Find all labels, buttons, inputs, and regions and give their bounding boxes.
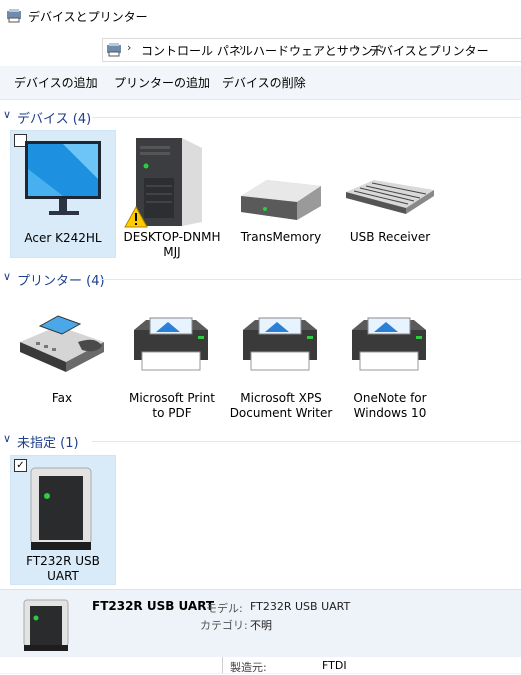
details-model-value: FT232R USB UART [250, 600, 351, 613]
details-manufacturer-value: FTDI [322, 659, 347, 672]
group-title-unspecified: 未指定 (1) [17, 436, 79, 451]
window-title: デバイスとプリンター [28, 10, 148, 24]
add-printer-button[interactable]: プリンターの追加 [114, 74, 210, 91]
device-label: FT232R USB UART [26, 554, 100, 583]
printer-tile-fax[interactable]: Fax [10, 292, 114, 418]
printer-tile-onenote[interactable]: OneNote for Windows 10 [338, 292, 442, 420]
status-bar: 製造元: FTDI [0, 657, 521, 674]
details-category-value: 不明 [250, 619, 272, 632]
keyboard-icon [346, 180, 434, 214]
printer-icon [134, 317, 208, 371]
address-input[interactable]: › コントロール パネル › ハードウェアとサウンド › デバイスとプリンター [102, 38, 521, 62]
group-divider [92, 117, 521, 118]
breadcrumb-separator-icon: › [355, 41, 360, 54]
warning-icon [124, 206, 148, 228]
printer-label: Fax [51, 391, 73, 405]
chevron-down-icon: ∨ [3, 432, 12, 445]
device-tile-usb-receiver[interactable]: USB Receiver [338, 130, 442, 256]
breadcrumb-control-panel[interactable]: コントロール パネル [141, 42, 253, 59]
usb-drive-icon [241, 180, 321, 220]
details-model-label: モデル: [206, 602, 243, 615]
add-device-button[interactable]: デバイスの追加 [14, 74, 98, 91]
printer-icon [352, 317, 426, 371]
device-label: DESKTOP-DNMH MJJ [123, 230, 221, 259]
status-divider [222, 657, 223, 673]
device-box-icon [23, 599, 69, 651]
group-divider [92, 441, 521, 442]
printer-label: OneNote for Windows 10 [353, 391, 427, 420]
monitor-icon [25, 141, 101, 215]
device-tile-acer-k242hl[interactable]: Acer K242HL [10, 130, 116, 258]
printer-icon [243, 317, 317, 371]
devices-printers-app-icon [7, 9, 21, 23]
breadcrumb-hardware-sound[interactable]: ハードウェアとサウンド [253, 42, 385, 59]
group-title-printers: プリンター (4) [17, 274, 105, 289]
device-label: Acer K242HL [24, 231, 102, 245]
details-device-name: FT232R USB UART [92, 599, 215, 613]
group-title-devices: デバイス (4) [17, 112, 92, 127]
title-bar: デバイスとプリンター [0, 0, 521, 32]
group-header-devices[interactable]: ∨ デバイス (4) [0, 107, 521, 127]
group-header-unspecified[interactable]: ∨ 未指定 (1) [0, 431, 521, 451]
device-tile-desktop[interactable]: DESKTOP-DNMH MJJ [120, 130, 224, 259]
fax-icon [20, 315, 104, 372]
breadcrumb-separator-icon: › [239, 41, 244, 54]
device-box-icon [30, 467, 92, 550]
breadcrumb-devices-printers[interactable]: デバイスとプリンター [369, 42, 489, 59]
printer-tile-microsoft-print-to-pdf[interactable]: Microsoft Print to PDF [120, 292, 224, 420]
device-tile-transmemory[interactable]: TransMemory [229, 130, 333, 256]
group-header-printers[interactable]: ∨ プリンター (4) [0, 269, 521, 289]
details-category-label: カテゴリ: [200, 619, 248, 632]
device-tile-ft232r[interactable]: ✓ FT232R USB UART [10, 455, 116, 585]
chevron-down-icon: ∨ [3, 270, 12, 283]
remove-device-button[interactable]: デバイスの削除 [222, 74, 306, 91]
selection-checkbox[interactable]: ✓ [14, 459, 27, 472]
printer-tile-microsoft-xps[interactable]: Microsoft XPS Document Writer [229, 292, 333, 420]
control-panel-icon [107, 43, 121, 57]
command-bar: デバイスの追加 プリンターの追加 デバイスの削除 [0, 66, 521, 100]
printer-label: Microsoft Print to PDF [128, 391, 216, 420]
device-label: USB Receiver [349, 230, 431, 244]
device-label: TransMemory [240, 230, 322, 244]
breadcrumb-separator-icon: › [127, 41, 132, 54]
printer-label: Microsoft XPS Document Writer [229, 391, 333, 420]
chevron-down-icon: ∨ [3, 108, 12, 121]
group-divider [100, 279, 521, 280]
